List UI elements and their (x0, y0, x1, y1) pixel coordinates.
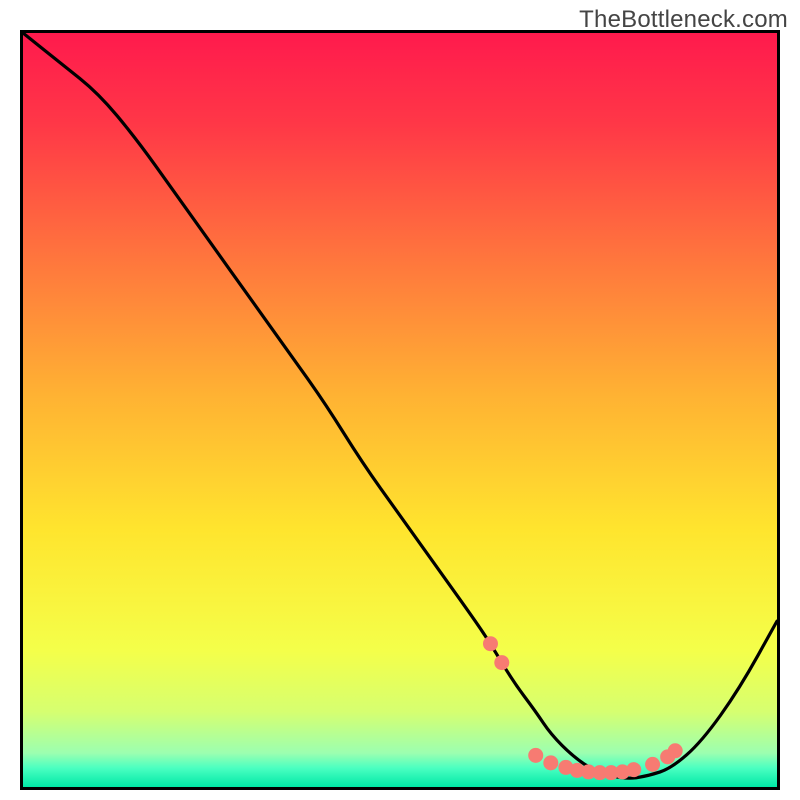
marker-dot (645, 757, 660, 772)
marker-dot (626, 762, 641, 777)
marker-dot (543, 755, 558, 770)
marker-dot (668, 743, 683, 758)
gradient-background (23, 33, 777, 787)
marker-dot (483, 636, 498, 651)
watermark-text: TheBottleneck.com (579, 6, 788, 34)
chart-plot-area (20, 30, 780, 790)
chart-svg (23, 33, 777, 787)
marker-dot (494, 655, 509, 670)
marker-dot (528, 748, 543, 763)
